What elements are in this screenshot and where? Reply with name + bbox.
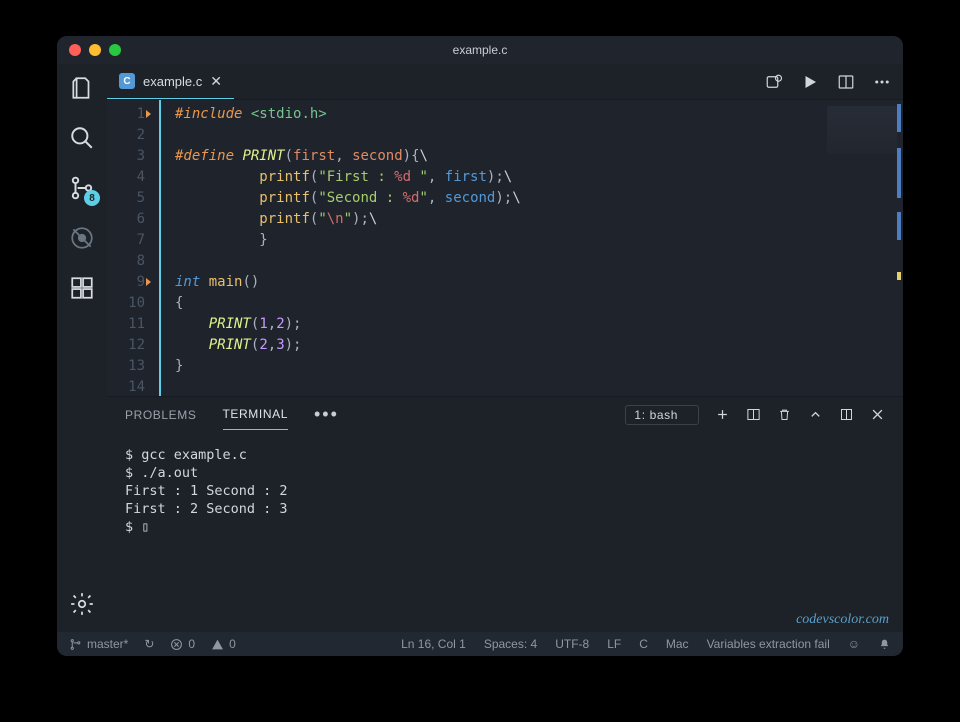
status-position[interactable]: Ln 16, Col 1 (401, 637, 466, 651)
tab-row: C example.c ✕ (107, 64, 903, 100)
debug-icon[interactable] (68, 224, 96, 252)
source-control-icon[interactable]: 8 (68, 174, 96, 202)
settings-gear-icon[interactable] (68, 590, 96, 618)
terminal-output[interactable]: $ gcc example.c $ ./a.out First : 1 Seco… (107, 432, 903, 632)
titlebar[interactable]: example.c (57, 36, 903, 64)
panel-close-icon[interactable] (870, 407, 885, 422)
overview-ruler (897, 100, 901, 396)
activity-bar: 8 (57, 64, 107, 632)
tab-terminal[interactable]: TERMINAL (223, 399, 288, 430)
content-col: C example.c ✕ 1234567891011121314 #inclu… (107, 64, 903, 632)
split-terminal-icon[interactable] (746, 407, 761, 422)
more-icon[interactable] (873, 73, 891, 91)
tab-filename: example.c (143, 74, 202, 89)
kill-terminal-icon[interactable] (777, 407, 792, 422)
panel-up-icon[interactable] (808, 407, 823, 422)
window: example.c 8 (57, 36, 903, 656)
panel-toolbar: 1: bash (625, 405, 885, 425)
terminal-selector[interactable]: 1: bash (625, 405, 699, 425)
status-sync[interactable]: ↻ (144, 637, 154, 651)
status-msg[interactable]: Variables extraction fail (707, 637, 830, 651)
scm-badge: 8 (84, 190, 100, 206)
status-encoding[interactable]: UTF-8 (555, 637, 589, 651)
compare-icon[interactable] (765, 73, 783, 91)
code-content[interactable]: #include <stdio.h> #define PRINT(first, … (159, 100, 903, 396)
panel-more-icon[interactable]: ••• (314, 404, 339, 425)
main-row: 8 C example.c ✕ (57, 64, 903, 632)
status-spaces[interactable]: Spaces: 4 (484, 637, 537, 651)
panel-maximize-icon[interactable] (839, 407, 854, 422)
status-branch[interactable]: master* (69, 637, 128, 651)
line-gutter: 1234567891011121314 (107, 100, 155, 396)
statusbar: master* ↻ 0 0 Ln 16, Col 1 Spaces: 4 UTF… (57, 632, 903, 656)
close-tab-icon[interactable]: ✕ (210, 73, 222, 90)
new-terminal-icon[interactable] (715, 407, 730, 422)
status-eol[interactable]: LF (607, 637, 621, 651)
watermark: codevscolor.com (796, 612, 889, 628)
status-os[interactable]: Mac (666, 637, 689, 651)
editor-toolbar (765, 64, 903, 99)
status-bell-icon[interactable] (878, 638, 891, 651)
tab-problems[interactable]: PROBLEMS (125, 400, 197, 430)
status-feedback-icon[interactable]: ☺ (848, 637, 860, 651)
panel-tabs: PROBLEMS TERMINAL ••• 1: bash (107, 396, 903, 432)
status-language[interactable]: C (639, 637, 648, 651)
extensions-icon[interactable] (68, 274, 96, 302)
minimap[interactable] (827, 106, 897, 154)
search-icon[interactable] (68, 124, 96, 152)
explorer-icon[interactable] (68, 74, 96, 102)
status-errors[interactable]: 0 (170, 637, 195, 651)
split-editor-icon[interactable] (837, 73, 855, 91)
editor[interactable]: 1234567891011121314 #include <stdio.h> #… (107, 100, 903, 396)
tab-example-c[interactable]: C example.c ✕ (107, 64, 234, 99)
status-warnings[interactable]: 0 (211, 637, 236, 651)
c-lang-icon: C (119, 73, 135, 89)
window-title: example.c (57, 43, 903, 57)
run-icon[interactable] (801, 73, 819, 91)
